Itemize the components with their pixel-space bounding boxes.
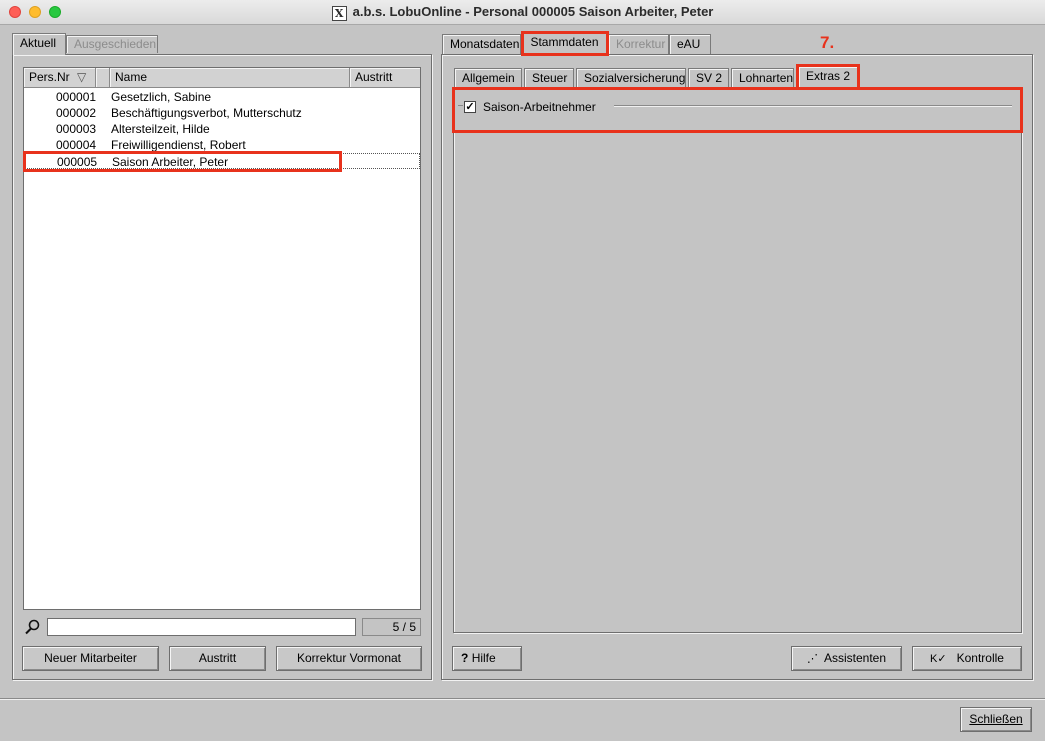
column-header-spacer bbox=[96, 68, 110, 88]
subtab-lohnarten[interactable]: Lohnarten bbox=[731, 68, 794, 88]
row-name: Gesetzlich, Sabine bbox=[111, 90, 212, 104]
subtab-allgemein-label: Allgemein bbox=[462, 71, 515, 85]
assistant-button-label: Assistenten bbox=[823, 651, 887, 665]
highlight-selected-employee bbox=[23, 151, 342, 172]
employee-list[interactable]: Pers.Nr ▽ Name Austritt 000001 Gesetzlic… bbox=[23, 67, 421, 610]
row-persnr: 000001 bbox=[56, 90, 97, 104]
subtab-lohnarten-label: Lohnarten bbox=[739, 71, 794, 85]
row-persnr: 000002 bbox=[56, 106, 97, 120]
highlight-stammdaten-tab bbox=[521, 31, 609, 56]
subtab-sv2-label: SV 2 bbox=[696, 71, 723, 85]
subtab-sv2[interactable]: SV 2 bbox=[688, 68, 729, 88]
tab-monatsdaten[interactable]: Monatsdaten bbox=[442, 34, 521, 54]
new-employee-button[interactable]: Neuer Mitarbeiter bbox=[22, 646, 159, 671]
magic-wand-icon: ⋰ bbox=[806, 653, 818, 665]
close-button[interactable]: Schließen bbox=[960, 707, 1032, 732]
tab-aktuell[interactable]: Aktuell bbox=[12, 33, 66, 55]
column-header-name[interactable]: Name bbox=[110, 68, 350, 88]
control-button[interactable]: K✓ Kontrolle bbox=[912, 646, 1022, 671]
correction-previous-month-button[interactable]: Korrektur Vormonat bbox=[276, 646, 422, 671]
column-header-austritt[interactable]: Austritt bbox=[350, 68, 420, 88]
record-count: 5 / 5 bbox=[362, 618, 421, 636]
highlight-checkbox-group bbox=[452, 87, 1023, 133]
search-icon[interactable] bbox=[24, 618, 42, 636]
tab-ausgeschieden-label: Ausgeschieden bbox=[74, 37, 157, 51]
column-header-austritt-label: Austritt bbox=[355, 70, 393, 84]
sort-desc-icon[interactable]: ▽ bbox=[77, 68, 86, 87]
extras2-panel bbox=[453, 88, 1022, 633]
table-row[interactable]: 000003 Altersteilzeit, Hilde bbox=[24, 121, 420, 137]
subtab-sozialversicherung[interactable]: Sozialversicherung bbox=[576, 68, 686, 88]
window-title: a.b.s. LobuOnline - Personal 000005 Sais… bbox=[352, 4, 714, 19]
title-bar: Xa.b.s. LobuOnline - Personal 000005 Sai… bbox=[0, 0, 1045, 25]
column-header-name-label: Name bbox=[115, 70, 148, 84]
control-icon: K✓ bbox=[930, 653, 947, 665]
window-title-wrap: Xa.b.s. LobuOnline - Personal 000005 Sai… bbox=[0, 4, 1045, 21]
help-icon: ? bbox=[461, 651, 469, 665]
subtab-allgemein[interactable]: Allgemein bbox=[454, 68, 522, 88]
column-header-persnr[interactable]: Pers.Nr ▽ bbox=[24, 68, 96, 88]
help-button[interactable]: ? Hilfe bbox=[452, 646, 522, 671]
control-button-label: Kontrolle bbox=[956, 651, 1004, 665]
app-x-icon: X bbox=[331, 6, 347, 21]
tab-ausgeschieden[interactable]: Ausgeschieden bbox=[66, 35, 158, 53]
search-input[interactable] bbox=[47, 618, 356, 636]
subtab-steuer[interactable]: Steuer bbox=[524, 68, 574, 88]
exit-button[interactable]: Austritt bbox=[169, 646, 266, 671]
tab-korrektur-label: Korrektur bbox=[616, 37, 666, 51]
tab-aktuell-label: Aktuell bbox=[20, 36, 57, 50]
help-button-label: Hilfe bbox=[471, 651, 496, 665]
subtab-steuer-label: Steuer bbox=[532, 71, 568, 85]
footer-separator bbox=[0, 698, 1045, 700]
table-row[interactable]: 000001 Gesetzlich, Sabine bbox=[24, 89, 420, 105]
table-row[interactable]: 000002 Beschäftigungsverbot, Mutterschut… bbox=[24, 105, 420, 121]
assistant-button[interactable]: ⋰ Assistenten bbox=[791, 646, 902, 671]
tab-eau-label: eAU bbox=[677, 37, 701, 51]
tab-monatsdaten-label: Monatsdaten bbox=[450, 37, 520, 51]
column-header-persnr-label: Pers.Nr bbox=[29, 70, 70, 84]
row-persnr: 000003 bbox=[56, 122, 97, 136]
subtab-sozialversicherung-label: Sozialversicherung bbox=[584, 71, 686, 85]
step-number: 7. bbox=[820, 33, 835, 52]
tab-korrektur[interactable]: Korrektur bbox=[608, 34, 669, 54]
tab-eau[interactable]: eAU bbox=[669, 34, 711, 54]
row-name: Altersteilzeit, Hilde bbox=[111, 122, 210, 136]
row-name: Beschäftigungsverbot, Mutterschutz bbox=[111, 106, 302, 120]
